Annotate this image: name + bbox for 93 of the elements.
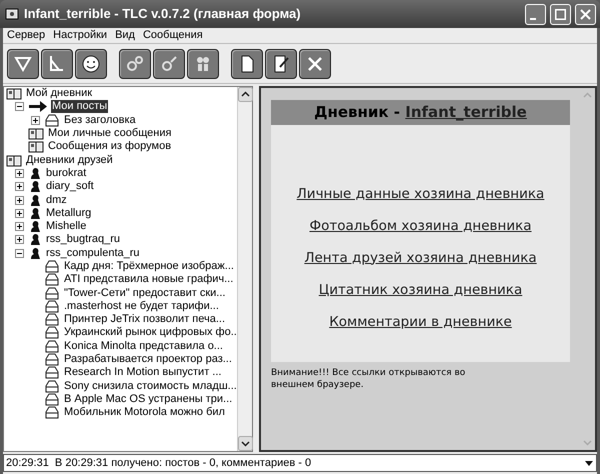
expand-toggle-icon[interactable] xyxy=(15,182,24,192)
person-icon xyxy=(28,246,42,260)
maximize-button[interactable] xyxy=(550,4,571,24)
toolbar-button[interactable] xyxy=(153,48,185,78)
scroll-up-icon[interactable] xyxy=(238,87,253,102)
tree-item[interactable]: Мои личные сообщения xyxy=(47,127,172,140)
menu-item[interactable]: Сообщения xyxy=(140,27,205,44)
person-icon xyxy=(28,166,42,180)
tree-item[interactable]: ATI представила новые графич... xyxy=(63,273,234,286)
envelope-icon xyxy=(44,313,60,326)
minimize-icon xyxy=(530,18,536,20)
book-icon xyxy=(28,127,44,140)
tree-item[interactable]: .masterhost не будет тарифи... xyxy=(63,300,220,313)
toolbar-button[interactable] xyxy=(231,48,263,78)
menu-item[interactable]: Сервер xyxy=(5,27,48,44)
maximize-icon xyxy=(555,8,566,20)
expand-toggle-icon[interactable] xyxy=(15,208,24,218)
expand-toggle-icon[interactable] xyxy=(15,102,24,112)
tree-item[interactable]: "Tower-Сети" предоставит ски... xyxy=(63,286,226,300)
expand-toggle-icon[interactable] xyxy=(15,248,24,258)
expand-toggle-icon[interactable] xyxy=(15,235,24,244)
tree-item[interactable]: Сообщения из форумов xyxy=(47,140,172,154)
person-icon xyxy=(28,206,42,220)
tree-item[interactable]: Разрабатывается проектор раз... xyxy=(63,353,233,366)
diary-owner-link[interactable]: Infant_terrible xyxy=(405,103,527,121)
envelope-icon xyxy=(44,286,60,300)
tree-item[interactable]: Мои посты xyxy=(51,100,108,114)
envelope-icon xyxy=(44,114,60,127)
tree-item[interactable]: Дневники друзей xyxy=(25,154,114,167)
book-icon xyxy=(28,140,44,154)
person-icon xyxy=(28,233,42,246)
toolbar-button[interactable] xyxy=(41,48,73,78)
diary-heading: Дневник - Infant_terrible xyxy=(271,100,570,124)
toolbar-button[interactable] xyxy=(119,48,151,78)
menu-item[interactable]: Настройки xyxy=(51,27,110,44)
diary-link[interactable]: Комментарии в дневнике xyxy=(329,310,512,332)
status-combobox[interactable]: 20:29:31 В 20:29:31 получено: постов - 0, комментариев - 0 xyxy=(3,454,597,472)
tree-item[interactable]: rss_bugtraq_ru xyxy=(45,233,121,246)
diary-link[interactable]: Фотоальбом хозяина дневника xyxy=(309,214,532,236)
envelope-icon xyxy=(44,326,60,340)
book-icon xyxy=(6,87,22,100)
notice-text: Внимание!!! Все ссылки открываются во внешнем браузере. xyxy=(271,366,466,390)
tree-item[interactable]: Research In Motion выпустит ... xyxy=(63,366,222,380)
tree-item[interactable]: burokrat xyxy=(45,166,88,180)
expand-toggle-icon[interactable] xyxy=(15,196,24,205)
person-icon xyxy=(28,194,42,207)
tree-item[interactable]: Кадр дня: Трёхмерное изображ... xyxy=(63,260,235,273)
person-icon xyxy=(28,180,42,194)
envelope-icon xyxy=(44,392,60,406)
diary-link[interactable]: Цитатник хозяина дневника xyxy=(318,278,522,300)
person-icon xyxy=(28,220,42,234)
envelope-icon xyxy=(44,340,60,353)
scroll-down-icon[interactable] xyxy=(238,436,253,451)
window-title: Infant_terrible - TLC v.0.7.2 (главная форма) xyxy=(24,5,302,24)
toolbar-button[interactable] xyxy=(7,48,39,78)
tree-item[interactable]: Принтер JeTrix позволит печа... xyxy=(63,313,226,326)
envelope-icon xyxy=(44,406,60,420)
tree-item[interactable]: Mishelle xyxy=(45,220,88,234)
tree-item[interactable]: Metallurg xyxy=(45,206,92,220)
toolbar-button[interactable] xyxy=(187,48,219,78)
close-icon xyxy=(580,8,591,20)
expand-toggle-icon[interactable] xyxy=(15,168,24,178)
expand-toggle-icon[interactable] xyxy=(31,116,40,125)
tree-item[interactable]: Без заголовка xyxy=(63,114,137,127)
minimize-button[interactable] xyxy=(525,4,546,24)
expand-toggle-icon[interactable] xyxy=(15,222,24,232)
book-icon xyxy=(6,154,22,167)
tree-item[interactable]: Sony снизила стоимость младш... xyxy=(63,380,237,393)
tree-item[interactable]: Мобильник Motorola можно бил xyxy=(63,406,226,420)
toolbar-button[interactable] xyxy=(299,48,331,78)
toolbar-button[interactable] xyxy=(75,48,107,78)
app-icon xyxy=(4,6,20,22)
diary-link[interactable]: Личные данные хозяина дневника xyxy=(296,182,544,204)
envelope-icon xyxy=(44,380,60,393)
menu-item[interactable]: Вид xyxy=(113,27,137,44)
toolbar-button[interactable] xyxy=(265,48,297,78)
envelope-icon xyxy=(44,300,60,313)
envelope-icon xyxy=(44,273,60,286)
tree-item[interactable]: Мой дневник xyxy=(25,87,94,100)
scrollbar[interactable] xyxy=(237,87,252,451)
diary-link[interactable]: Лента друзей хозяина дневника xyxy=(304,246,537,268)
status-text: 20:29:31 В 20:29:31 получено: постов - 0, комментариев - 0 xyxy=(5,456,312,471)
envelope-icon xyxy=(44,260,60,273)
arrow-icon xyxy=(28,100,48,114)
tree-item[interactable]: dmz xyxy=(45,194,68,207)
envelope-icon xyxy=(44,366,60,380)
envelope-icon xyxy=(44,353,60,366)
close-button[interactable] xyxy=(575,4,596,24)
tree-item[interactable]: Украинский рынок цифровых фо... xyxy=(63,326,237,340)
tree-item[interactable]: rss_compulenta_ru xyxy=(45,246,141,260)
tree-item[interactable]: В Apple Mac OS устранены три... xyxy=(63,392,234,406)
tree-item[interactable]: diary_soft xyxy=(45,180,95,194)
tree-item[interactable]: Konica Minolta представила о... xyxy=(63,340,224,353)
